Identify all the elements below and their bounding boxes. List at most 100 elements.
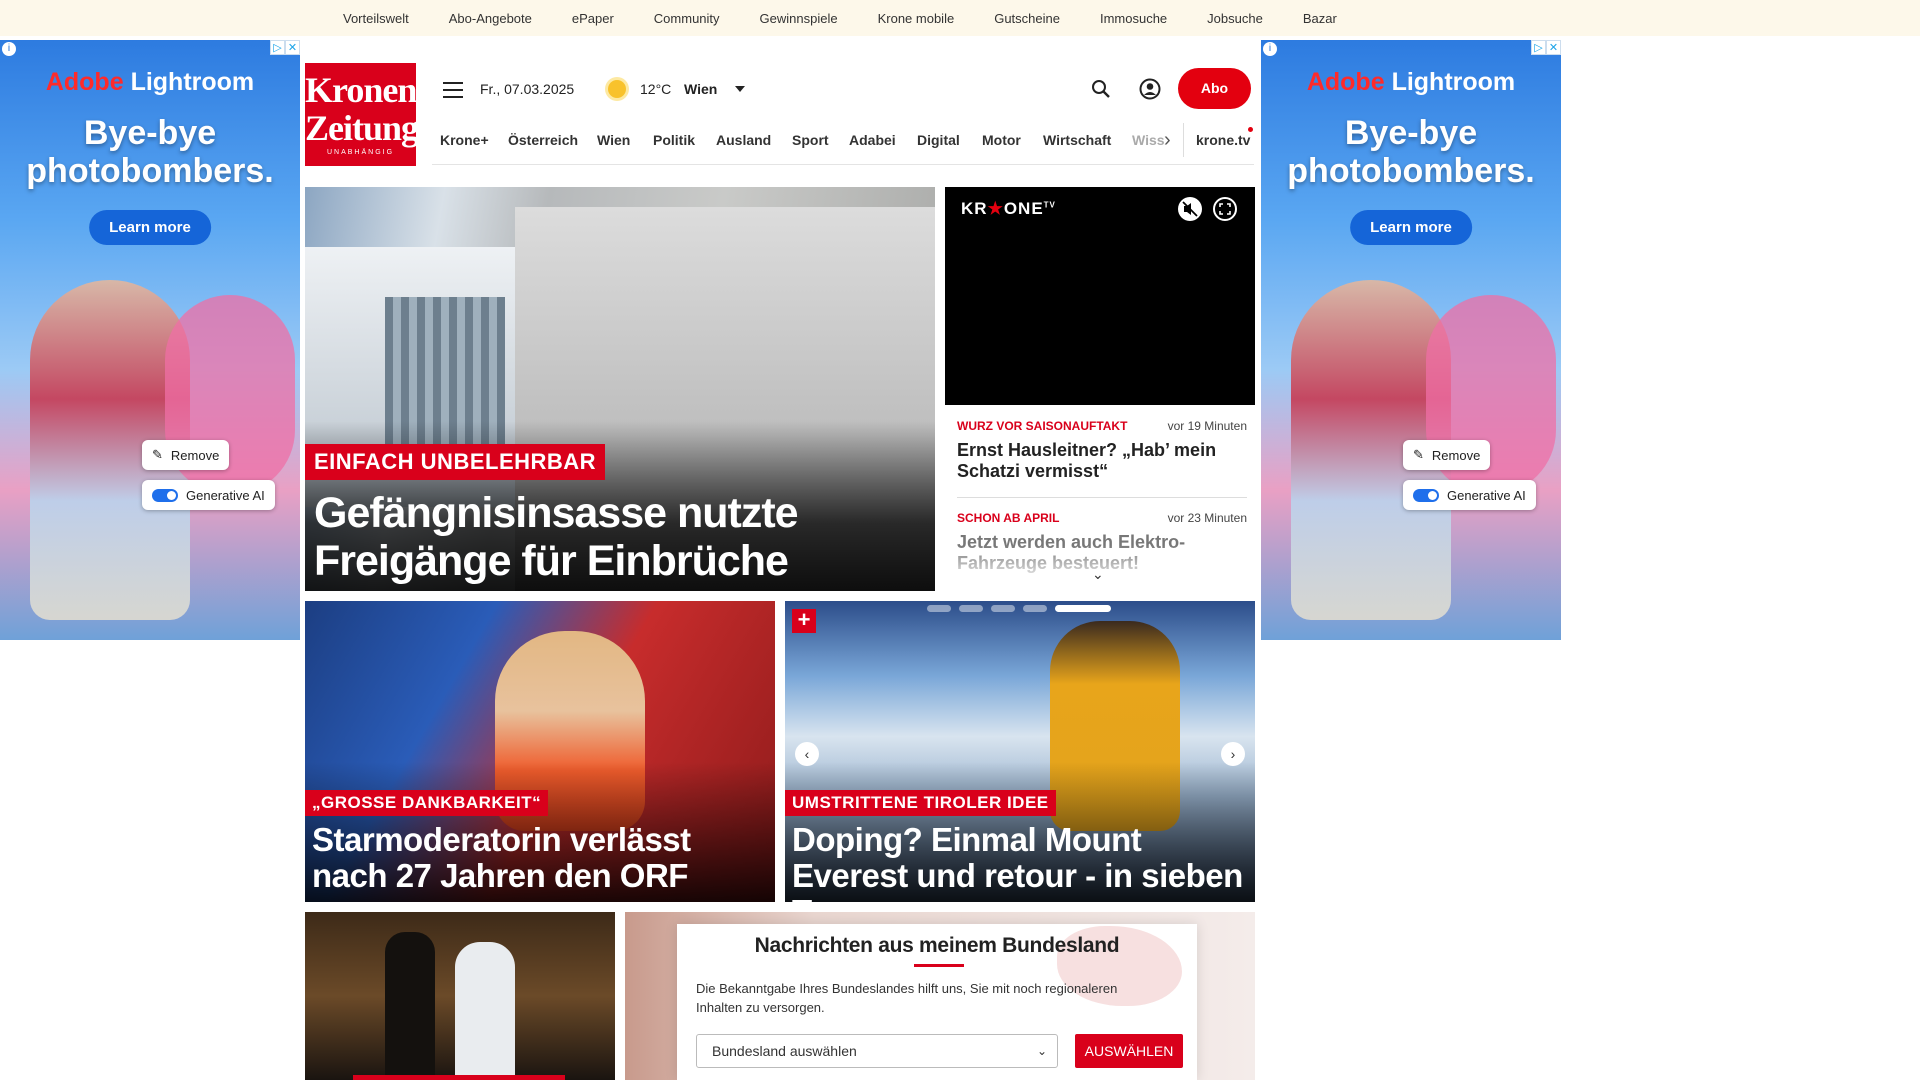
ad-remove-label: Remove — [1431, 447, 1481, 463]
krone-tv-logo: KR★ONETV — [961, 199, 1056, 219]
auswaehlen-button[interactable]: AUSWÄHLEN — [1075, 1034, 1183, 1068]
krone-tv-player[interactable]: KR★ONETV — [945, 187, 1255, 405]
current-date: Fr., 07.03.2025 — [480, 81, 575, 97]
bundesland-select[interactable]: Bundesland auswählen ⌄ — [696, 1034, 1058, 1068]
ad-close-icon[interactable]: ✕ — [1546, 40, 1561, 55]
utility-link-community[interactable]: Community — [654, 11, 720, 26]
ad-brand: Adobe Lightroom — [0, 68, 300, 97]
mute-icon[interactable] — [1178, 197, 1202, 221]
bundesland-title: Nachrichten aus meinem Bundesland — [754, 934, 1120, 957]
bundesland-text: Die Bekanntgabe Ihres Bundeslandes hilft… — [696, 981, 1118, 1015]
abo-button[interactable]: Abo — [1178, 68, 1251, 109]
carousel-dots[interactable] — [927, 605, 1119, 612]
utility-link-epaper[interactable]: ePaper — [572, 11, 614, 26]
chevron-right-icon[interactable]: › — [1221, 742, 1245, 766]
nav-item-krone-plus[interactable]: Krone+ — [440, 132, 489, 148]
utility-link-bazar[interactable]: Bazar — [1303, 11, 1337, 26]
ad-choices-icon[interactable]: ▷ — [1531, 40, 1546, 55]
ticker-time: vor 19 Minuten — [1167, 419, 1247, 433]
ad-headline: Bye-bye photobombers. — [26, 114, 274, 190]
logo-line1: Kronen — [305, 70, 417, 110]
ad-headline: Bye-bye photobombers. — [1287, 114, 1535, 190]
article-carousel[interactable]: + ‹ › UMSTRITTENE TIROLER IDEE Doping? E… — [785, 601, 1255, 902]
utility-link-gutscheine[interactable]: Gutscheine — [994, 11, 1060, 26]
fullscreen-icon[interactable] — [1213, 197, 1237, 221]
nav-item-wien[interactable]: Wien — [597, 132, 630, 148]
ticker-item[interactable]: WURZ VOR SAISONAUFTAKT vor 19 Minuten Er… — [957, 419, 1247, 482]
nav-item-wissen[interactable]: Wiss — [1132, 132, 1165, 148]
card-title[interactable]: Starmoderatorin verlässt nach 27 Jahren … — [312, 822, 767, 894]
krone-plus-icon: + — [792, 609, 816, 633]
nav-item-sport[interactable]: Sport — [792, 132, 829, 148]
ad-learn-more-button[interactable]: Learn more — [89, 210, 211, 245]
ad-brand-adobe: Adobe — [1306, 68, 1385, 96]
chevron-down-icon[interactable]: ⌄ — [1092, 566, 1104, 583]
hamburger-icon[interactable] — [443, 82, 463, 98]
utility-link-abo-angebote[interactable]: Abo-Angebote — [449, 11, 532, 26]
live-dot-icon — [1248, 127, 1253, 132]
nav-item-politik[interactable]: Politik — [653, 132, 695, 148]
ad-learn-more-button[interactable]: Learn more — [1350, 210, 1472, 245]
krone-logo[interactable]: Kronen Zeitung UNABHÄNGIG — [305, 63, 419, 166]
ad-choices[interactable]: ▷ ✕ — [270, 40, 300, 55]
card-photo-figure — [385, 932, 435, 1080]
card-kicker: „GROSSE DANKBARKEIT“ — [305, 790, 549, 816]
utility-link-vorteilswelt[interactable]: Vorteilswelt — [343, 11, 409, 26]
news-ticker: WURZ VOR SAISONAUFTAKT vor 19 Minuten Er… — [945, 405, 1255, 585]
nav-item-ausland[interactable]: Ausland — [716, 132, 771, 148]
ad-generative-label: Generative AI — [1447, 487, 1526, 503]
search-icon[interactable] — [1091, 79, 1111, 99]
hero-article[interactable]: EINFACH UNBELEHRBAR Gefängnisinsasse nut… — [305, 187, 935, 591]
ad-remove-chip[interactable]: ✎ Remove — [142, 440, 230, 470]
hero-title[interactable]: Gefängnisinsasse nutzte Freigänge für Ei… — [314, 489, 914, 585]
right-side-ad[interactable]: i ▷ ✕ Adobe Lightroom Bye-bye photobombe… — [1261, 40, 1561, 640]
ad-choices-icon[interactable]: ▷ — [270, 40, 285, 55]
nav-item-wirtschaft[interactable]: Wirtschaft — [1043, 132, 1111, 148]
hero-kicker: EINFACH UNBELEHRBAR — [305, 444, 606, 480]
ticker-time: vor 23 Minuten — [1167, 511, 1247, 525]
toggle-icon — [152, 488, 178, 502]
article-card[interactable]: „GROSSE DANKBARKEIT“ Starmoderatorin ver… — [305, 601, 775, 902]
nav-item-krone-tv[interactable]: krone.tv — [1196, 132, 1250, 148]
video-brand-star: ★ — [987, 199, 1004, 218]
ad-info-icon[interactable]: i — [1263, 42, 1277, 56]
bundesland-select-value: Bundesland auswählen — [712, 1043, 857, 1059]
ad-close-icon[interactable]: ✕ — [285, 40, 300, 55]
article-card[interactable] — [305, 912, 615, 1080]
card-kicker-bar — [353, 1075, 565, 1080]
video-brand-tv: TV — [1043, 200, 1056, 210]
logo-tagline: UNABHÄNGIG — [326, 149, 395, 156]
utility-link-gewinnspiele[interactable]: Gewinnspiele — [760, 11, 838, 26]
ad-generative-ai-chip[interactable]: Generative AI — [1403, 480, 1536, 510]
ad-brand: Adobe Lightroom — [1261, 68, 1561, 97]
card-kicker: UMSTRITTENE TIROLER IDEE — [785, 790, 1056, 816]
ad-generative-label: Generative AI — [186, 487, 265, 503]
nav-item-digital[interactable]: Digital — [917, 132, 960, 148]
title-underline — [914, 964, 964, 967]
chevron-down-icon: ⌄ — [1036, 1044, 1047, 1058]
ad-info-icon[interactable]: i — [2, 42, 16, 56]
ad-brand-product: Lightroom — [1391, 68, 1516, 96]
nav-item-adabei[interactable]: Adabei — [849, 132, 896, 148]
card-photo-forensics — [455, 942, 515, 1080]
nav-item-motor[interactable]: Motor — [982, 132, 1021, 148]
left-side-ad[interactable]: i ▷ ✕ Adobe Lightroom Bye-bye photobombe… — [0, 40, 300, 640]
chevron-left-icon[interactable]: ‹ — [795, 742, 819, 766]
ad-choices[interactable]: ▷ ✕ — [1531, 40, 1561, 55]
bundesland-prompt: Nachrichten aus meinem Bundesland Die Be… — [677, 924, 1197, 1080]
weather-city[interactable]: Wien — [684, 81, 717, 97]
toggle-icon — [1413, 488, 1439, 502]
chevron-down-icon[interactable] — [735, 86, 745, 92]
eraser-icon: ✎ — [1413, 447, 1424, 462]
ad-brand-adobe: Adobe — [45, 68, 124, 96]
utility-link-krone-mobile[interactable]: Krone mobile — [878, 11, 955, 26]
card-title[interactable]: Doping? Einmal Mount Everest und retour … — [792, 822, 1247, 903]
ticker-headline[interactable]: Ernst Hausleitner? „Hab’ mein Schatzi ve… — [957, 440, 1247, 482]
ad-remove-chip[interactable]: ✎ Remove — [1403, 440, 1491, 470]
ad-generative-ai-chip[interactable]: Generative AI — [142, 480, 275, 510]
user-icon[interactable] — [1139, 78, 1161, 100]
utility-link-immosuche[interactable]: Immosuche — [1100, 11, 1167, 26]
utility-link-jobsuche[interactable]: Jobsuche — [1207, 11, 1263, 26]
chevron-right-icon[interactable]: › — [1164, 129, 1171, 152]
nav-item-oesterreich[interactable]: Österreich — [508, 132, 578, 148]
